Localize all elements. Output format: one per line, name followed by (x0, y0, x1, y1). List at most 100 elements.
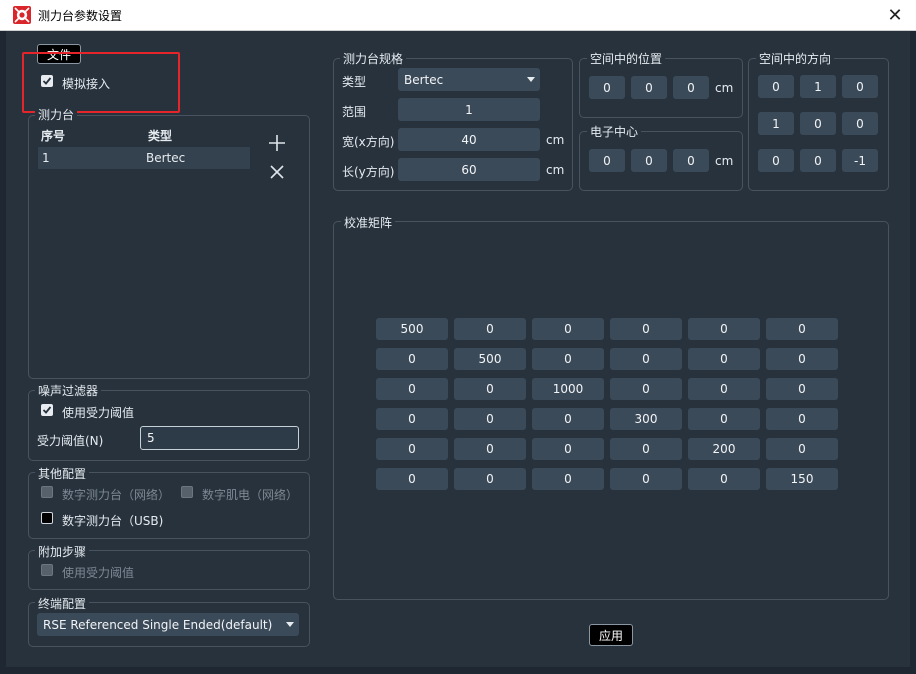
calibration-cell-r5c2[interactable]: 0 (532, 468, 604, 490)
calibration-cell-r2c3[interactable]: 0 (610, 378, 682, 400)
calibration-cell-r4c5[interactable]: 0 (766, 438, 838, 460)
orientation-r2c1[interactable]: 0 (800, 149, 836, 172)
width-label: 宽(x方向) (342, 135, 395, 149)
position-y-input[interactable]: 0 (631, 76, 667, 99)
noise-threshold-checkbox[interactable] (41, 404, 53, 416)
calibration-cell-r3c1[interactable]: 0 (454, 408, 526, 430)
chevron-down-icon (286, 622, 294, 627)
digital-emg-net-label: 数字肌电（网络） (202, 488, 299, 502)
terminal-select[interactable]: RSE Referenced Single Ended(default) (37, 613, 299, 636)
calibration-legend: 校准矩阵 (341, 216, 396, 230)
orientation-r0c0[interactable]: 0 (758, 75, 794, 98)
threshold-input[interactable]: 5 (140, 426, 299, 450)
type-select[interactable]: Bertec (398, 68, 540, 91)
orientation-r1c0[interactable]: 1 (758, 112, 794, 135)
calibration-cell-r4c1[interactable]: 0 (454, 438, 526, 460)
digital-plate-net-label: 数字测力台（网络） (62, 488, 171, 502)
width-input[interactable]: 40 (398, 128, 540, 151)
spec-legend: 测力台规格 (340, 52, 407, 66)
apply-button[interactable]: 应用 (589, 624, 633, 646)
row-index: 1 (42, 151, 50, 165)
calibration-cell-r5c5[interactable]: 150 (766, 468, 838, 490)
col-type-header: 类型 (148, 129, 173, 143)
orientation-legend: 空间中的方向 (756, 52, 835, 66)
highlight-box (22, 52, 180, 113)
calibration-cell-r1c2[interactable]: 0 (532, 348, 604, 370)
calibration-cell-r5c4[interactable]: 0 (688, 468, 760, 490)
calibration-cell-r3c4[interactable]: 0 (688, 408, 760, 430)
row-type: Bertec (146, 151, 186, 165)
extra-threshold-label: 使用受力阈值 (62, 566, 135, 580)
range-input[interactable]: 1 (398, 98, 540, 121)
orientation-r2c0[interactable]: 0 (758, 149, 794, 172)
calibration-cell-r5c0[interactable]: 0 (376, 468, 448, 490)
add-plate-button[interactable] (266, 132, 288, 154)
x-icon (270, 165, 284, 179)
calibration-cell-r0c0[interactable]: 500 (376, 318, 448, 340)
center-x-input[interactable]: 0 (589, 149, 625, 172)
center-z-input[interactable]: 0 (673, 149, 709, 172)
close-button[interactable]: ✕ (882, 2, 908, 28)
calibration-cell-r2c1[interactable]: 0 (454, 378, 526, 400)
orientation-r1c2[interactable]: 0 (842, 112, 878, 135)
calibration-cell-r3c0[interactable]: 0 (376, 408, 448, 430)
check-icon (42, 406, 52, 414)
calibration-cell-r0c4[interactable]: 0 (688, 318, 760, 340)
chevron-down-icon (527, 77, 535, 82)
calibration-cell-r1c3[interactable]: 0 (610, 348, 682, 370)
calibration-cell-r5c3[interactable]: 0 (610, 468, 682, 490)
calibration-cell-r1c1[interactable]: 500 (454, 348, 526, 370)
position-unit: cm (715, 81, 734, 95)
extra-threshold-checkbox[interactable] (41, 564, 53, 576)
title-bar: 测力台参数设置 ✕ (0, 0, 916, 31)
remove-plate-button[interactable] (266, 161, 288, 183)
calibration-cell-r2c5[interactable]: 0 (766, 378, 838, 400)
window-frame-bottom (0, 667, 916, 674)
calibration-cell-r5c1[interactable]: 0 (454, 468, 526, 490)
center-legend: 电子中心 (587, 125, 642, 139)
calibration-cell-r0c3[interactable]: 0 (610, 318, 682, 340)
window-frame-right (910, 31, 916, 674)
calibration-cell-r4c0[interactable]: 0 (376, 438, 448, 460)
center-y-input[interactable]: 0 (631, 149, 667, 172)
close-icon: ✕ (887, 4, 903, 26)
calibration-cell-r1c5[interactable]: 0 (766, 348, 838, 370)
position-x-input[interactable]: 0 (589, 76, 625, 99)
type-label: 类型 (342, 75, 367, 89)
calibration-cell-r4c3[interactable]: 0 (610, 438, 682, 460)
calibration-cell-r0c1[interactable]: 0 (454, 318, 526, 340)
width-unit: cm (546, 133, 565, 147)
calibration-cell-r2c2[interactable]: 1000 (532, 378, 604, 400)
calibration-cell-r4c2[interactable]: 0 (532, 438, 604, 460)
digital-plate-usb-checkbox[interactable] (41, 512, 53, 524)
table-row[interactable]: 1 Bertec (38, 147, 250, 169)
calibration-cell-r1c4[interactable]: 0 (688, 348, 760, 370)
orientation-r1c1[interactable]: 0 (800, 112, 836, 135)
calibration-cell-r1c0[interactable]: 0 (376, 348, 448, 370)
calibration-cell-r2c0[interactable]: 0 (376, 378, 448, 400)
other-legend: 其他配置 (35, 467, 90, 481)
calibration-cell-r3c5[interactable]: 0 (766, 408, 838, 430)
length-unit: cm (546, 163, 565, 177)
threshold-label: 受力阈值(N) (37, 434, 104, 448)
length-label: 长(y方向) (342, 165, 395, 179)
calibration-cell-r4c4[interactable]: 200 (688, 438, 760, 460)
digital-plate-net-checkbox[interactable] (41, 486, 53, 498)
window-title: 测力台参数设置 (38, 9, 123, 23)
noise-threshold-label: 使用受力阈值 (62, 406, 135, 420)
calibration-cell-r3c3[interactable]: 300 (610, 408, 682, 430)
calibration-cell-r0c5[interactable]: 0 (766, 318, 838, 340)
plus-icon (269, 135, 285, 151)
orientation-r0c1[interactable]: 1 (800, 75, 836, 98)
col-index-header: 序号 (41, 129, 66, 143)
plates-legend: 测力台 (35, 108, 78, 122)
calibration-cell-r2c4[interactable]: 0 (688, 378, 760, 400)
orientation-r0c2[interactable]: 0 (842, 75, 878, 98)
orientation-r2c2[interactable]: -1 (842, 149, 878, 172)
position-z-input[interactable]: 0 (673, 76, 709, 99)
digital-emg-net-checkbox[interactable] (181, 486, 193, 498)
digital-plate-usb-label: 数字测力台（USB) (62, 514, 164, 528)
length-input[interactable]: 60 (398, 158, 540, 181)
calibration-cell-r0c2[interactable]: 0 (532, 318, 604, 340)
calibration-cell-r3c2[interactable]: 0 (532, 408, 604, 430)
